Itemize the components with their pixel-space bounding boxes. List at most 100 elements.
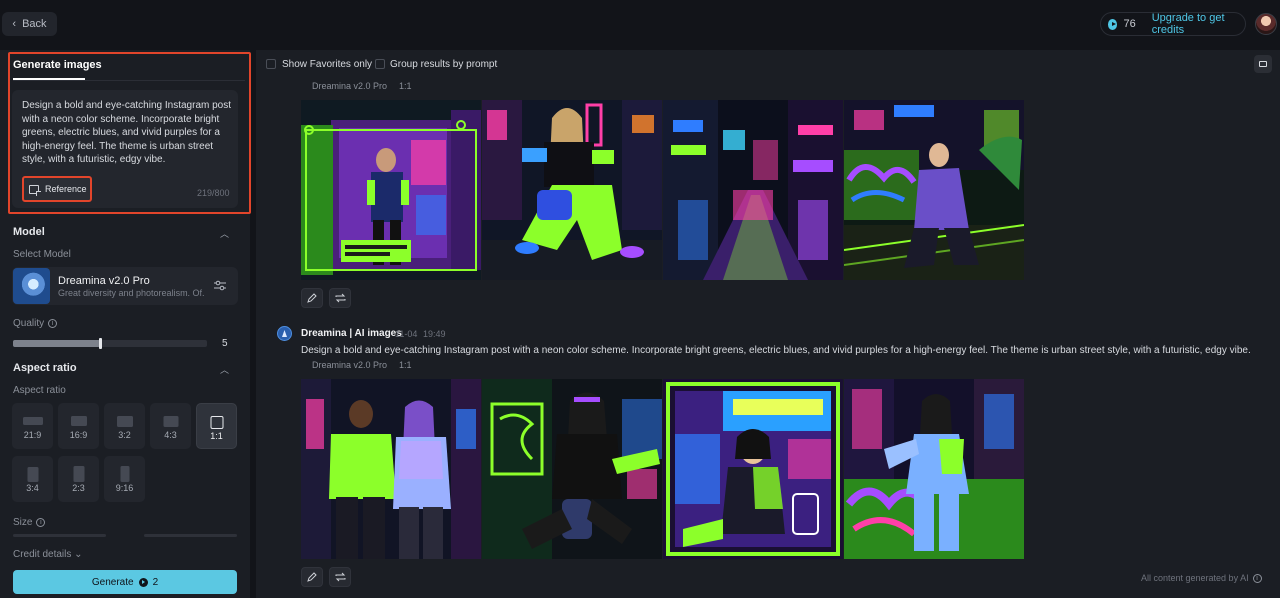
- aspect-ratio-shape-icon: [210, 415, 223, 429]
- aspect-ratio-shape-icon: [120, 466, 129, 482]
- aspect-ratio-section-title: Aspect ratio: [13, 362, 77, 374]
- edit-button[interactable]: [301, 288, 323, 308]
- pencil-icon: [307, 293, 317, 303]
- reference-button[interactable]: Reference: [22, 176, 92, 202]
- generate-label: Generate: [91, 576, 134, 588]
- chevron-down-icon: ⌄: [74, 549, 83, 560]
- group-results-checkbox[interactable]: [375, 59, 385, 69]
- credit-coin-icon: [1108, 18, 1118, 30]
- aspect-ratio-label: 2:3: [72, 483, 85, 493]
- chevron-up-icon[interactable]: ︿: [220, 227, 229, 240]
- group-results-label[interactable]: Group results by prompt: [390, 59, 497, 70]
- aspect-ratio-option[interactable]: 4:3: [150, 403, 191, 449]
- repeat-icon: [335, 572, 345, 582]
- info-icon[interactable]: i: [48, 319, 58, 328]
- edit-button[interactable]: [301, 567, 323, 587]
- select-model-label: Select Model: [13, 249, 71, 260]
- size-label: Size i: [13, 517, 46, 528]
- generated-image[interactable]: [844, 379, 1024, 559]
- generation-time: 19:49: [423, 329, 446, 339]
- aspect-ratio-label: 3:4: [26, 483, 39, 493]
- upgrade-link[interactable]: Upgrade to get credits: [1152, 12, 1245, 36]
- aspect-ratio-label: Aspect ratio: [13, 385, 66, 396]
- size-height-field[interactable]: [144, 534, 237, 537]
- credit-coin-icon: [138, 577, 148, 587]
- quality-value: 5: [222, 338, 228, 349]
- aspect-ratio-label: 1:1: [210, 431, 223, 441]
- reference-label: Reference: [45, 184, 87, 194]
- generated-image[interactable]: [482, 379, 662, 559]
- pencil-icon: [307, 572, 317, 582]
- tab-generate-images[interactable]: Generate images: [13, 59, 102, 71]
- ai-note-text: All content generated by AI: [1141, 573, 1249, 583]
- credit-details-label: Credit details: [13, 549, 72, 560]
- generate-cost: 2: [152, 576, 159, 588]
- model-section-title: Model: [13, 226, 45, 238]
- regenerate-button[interactable]: [329, 567, 351, 587]
- size-width-field[interactable]: [13, 534, 106, 537]
- credits-pill[interactable]: 76 Upgrade to get credits: [1100, 12, 1246, 36]
- aspect-ratio-shape-icon: [73, 466, 84, 482]
- model-description: Great diversity and photorealism. Of...: [58, 288, 204, 298]
- aspect-ratio-option[interactable]: 3:2: [104, 403, 145, 449]
- repeat-icon: [335, 293, 345, 303]
- ai-content-note: All content generated by AI i: [1141, 573, 1262, 583]
- generate-button[interactable]: Generate 2: [13, 570, 237, 594]
- bot-name: Dreamina | AI images: [301, 328, 402, 339]
- aspect-ratio-label: 21:9: [23, 430, 42, 440]
- model-tag: Dreamina v2.0 Pro: [312, 81, 388, 91]
- aspect-ratio-shape-icon: [22, 417, 43, 425]
- aspect-ratio-option[interactable]: 21:9: [12, 403, 53, 449]
- chevron-up-icon[interactable]: ︿: [220, 363, 229, 376]
- quality-slider-handle[interactable]: [99, 338, 102, 349]
- regenerate-button[interactable]: [329, 288, 351, 308]
- generated-image[interactable]: [844, 100, 1024, 280]
- generated-image[interactable]: [663, 100, 843, 280]
- aspect-ratio-shape-icon: [70, 416, 87, 426]
- ratio-tag: 1:1: [399, 81, 412, 91]
- ratio-tag: 1:1: [399, 360, 412, 370]
- model-tag: Dreamina v2.0 Pro: [312, 360, 388, 370]
- info-icon[interactable]: i: [36, 518, 46, 527]
- show-favorites-label[interactable]: Show Favorites only: [282, 59, 372, 70]
- aspect-ratio-shape-icon: [116, 415, 133, 427]
- generation-date: 11-04: [395, 329, 418, 339]
- aspect-ratio-shape-icon: [27, 466, 38, 482]
- aspect-ratio-label: 9:16: [115, 483, 134, 493]
- sliders-icon[interactable]: [214, 280, 226, 291]
- show-favorites-checkbox[interactable]: [266, 59, 276, 69]
- generation-prompt: Design a bold and eye-catching Instagram…: [301, 345, 1251, 356]
- quality-slider-fill: [13, 340, 100, 347]
- generated-image[interactable]: [663, 379, 843, 559]
- aspect-ratio-label: 4:3: [164, 430, 177, 440]
- model-name: Dreamina v2.0 Pro: [58, 275, 150, 287]
- avatar[interactable]: [1255, 13, 1277, 35]
- quality-text: Quality: [13, 318, 45, 329]
- folder-icon: [1259, 61, 1267, 67]
- dreamina-bot-icon: [277, 326, 292, 341]
- image-reference-icon: [29, 184, 41, 196]
- info-icon[interactable]: i: [1252, 573, 1262, 583]
- generated-image[interactable]: [301, 100, 481, 280]
- char-count: 219/800: [197, 188, 230, 198]
- chevron-left-icon: ‹: [12, 18, 17, 30]
- generated-image[interactable]: [301, 379, 481, 559]
- aspect-ratio-label: 3:2: [118, 430, 131, 440]
- tab-divider: [13, 80, 245, 81]
- aspect-ratio-option[interactable]: 3:4: [12, 456, 53, 502]
- aspect-ratio-option[interactable]: 16:9: [58, 403, 99, 449]
- size-text: Size: [13, 517, 33, 528]
- model-thumbnail: [13, 268, 50, 304]
- prompt-text[interactable]: Design a bold and eye-catching Instagram…: [22, 99, 232, 167]
- back-label: Back: [22, 18, 47, 30]
- credit-details-toggle[interactable]: Credit details ⌄: [13, 549, 83, 560]
- aspect-ratio-label: 16:9: [69, 430, 88, 440]
- aspect-ratio-shape-icon: [163, 415, 178, 427]
- quality-label: Quality i: [13, 318, 58, 329]
- back-button[interactable]: ‹ Back: [2, 12, 57, 36]
- aspect-ratio-option[interactable]: 2:3: [58, 456, 99, 502]
- generated-image[interactable]: [482, 100, 662, 280]
- aspect-ratio-option[interactable]: 1:1: [196, 403, 237, 449]
- aspect-ratio-option[interactable]: 9:16: [104, 456, 145, 502]
- credits-count: 76: [1123, 18, 1136, 30]
